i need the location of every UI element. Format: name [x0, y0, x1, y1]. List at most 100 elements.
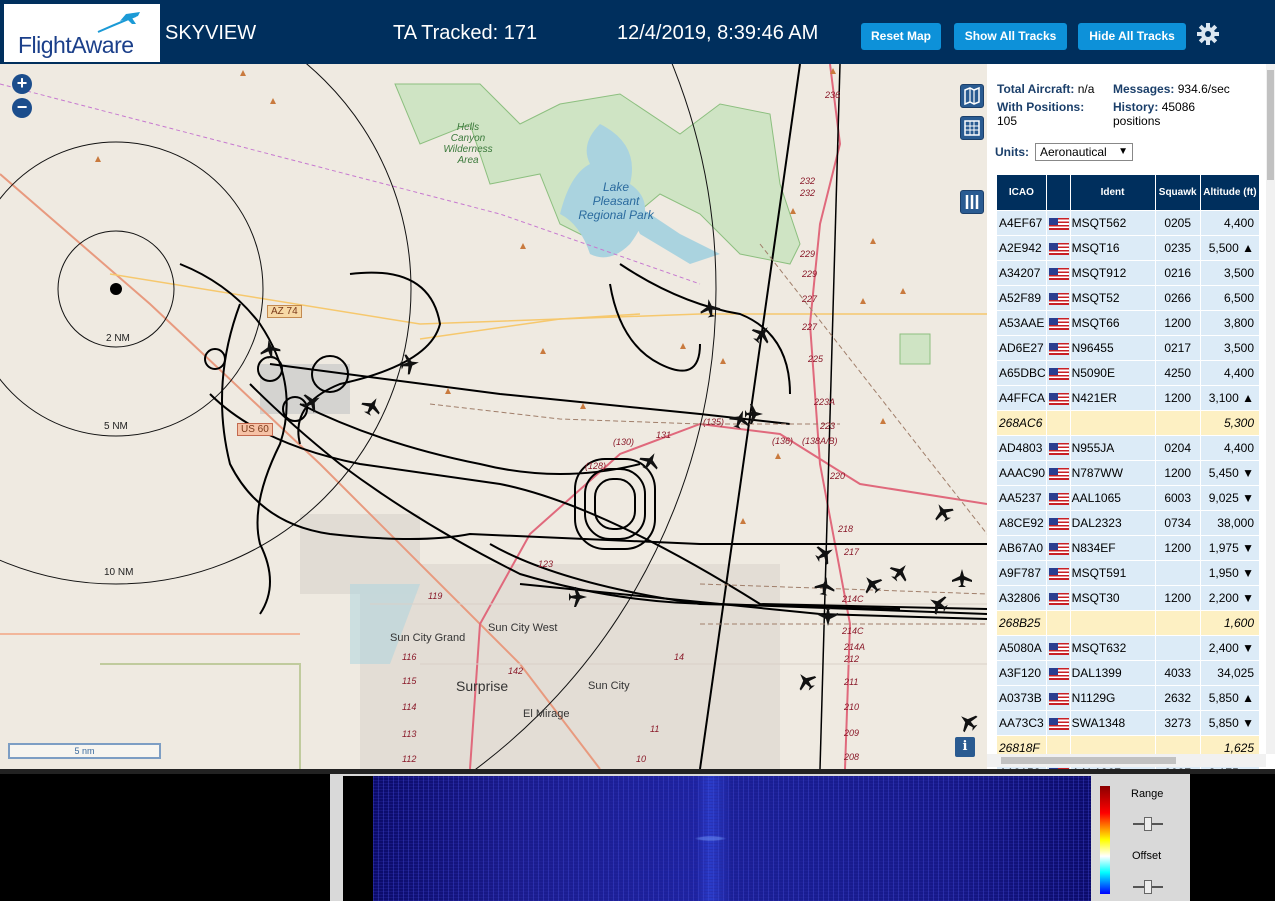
aircraft-row[interactable]: AB67A0 N834EF 1200 1,975 ▼: [996, 535, 1261, 561]
ident-cell: MSQT912: [1069, 260, 1156, 286]
route-label: 214A: [844, 642, 866, 652]
altitude-cell: 38,000: [1199, 510, 1261, 536]
flag-cell: [1045, 710, 1071, 736]
range-slider[interactable]: [1133, 817, 1163, 831]
icao-cell: AD4803: [996, 435, 1047, 461]
squawk-cell: 4250: [1154, 360, 1201, 386]
icao-cell: A53AAE: [996, 310, 1047, 336]
ident-cell: SWA1348: [1069, 710, 1156, 736]
show-all-tracks-button[interactable]: Show All Tracks: [954, 23, 1067, 50]
us-flag-icon: [1048, 567, 1069, 580]
map-icon: [964, 86, 980, 106]
settings-gear-icon[interactable]: [1196, 22, 1220, 46]
route-label: 214C: [842, 594, 864, 604]
altitude-cell: 3,500: [1199, 260, 1261, 286]
aircraft-row[interactable]: A2E942 MSQT16 0235 5,500 ▲: [996, 235, 1261, 261]
aircraft-row[interactable]: AAAC90 N787WW 1200 5,450 ▼: [996, 460, 1261, 486]
ident-cell: MSQT52: [1069, 285, 1156, 311]
flight-map[interactable]: Hells Canyon Wilderness Area Lake Pleasa…: [0, 64, 987, 769]
aircraft-row[interactable]: A4EF67 MSQT562 0205 4,400: [996, 210, 1261, 236]
altitude-cell: 5,850 ▲: [1199, 685, 1261, 711]
map-canvas[interactable]: [0, 64, 987, 769]
ring-label-10nm: 10 NM: [104, 567, 134, 578]
flag-cell: [1045, 460, 1071, 486]
zoom-in-button[interactable]: +: [12, 74, 32, 94]
positions-label: With Positions:: [997, 100, 1085, 114]
aircraft-row[interactable]: 268B25 1,600: [996, 610, 1261, 636]
columns-toggle-button[interactable]: [960, 190, 984, 214]
right-blank-area: [1190, 774, 1275, 901]
route-label: 116: [402, 652, 417, 662]
altitude-cell: 2,400 ▼: [1199, 635, 1261, 661]
col-header-icao[interactable]: ICAO: [996, 174, 1047, 211]
units-select[interactable]: Aeronautical ▼: [1035, 143, 1133, 161]
col-header-altitude[interactable]: Altitude (ft): [1199, 174, 1261, 211]
route-label: 10: [636, 754, 647, 764]
messages-label: Messages:: [1113, 82, 1175, 96]
squawk-cell: 1200: [1154, 385, 1201, 411]
place-sun-city: Sun City: [588, 680, 630, 692]
aircraft-row[interactable]: A9F787 MSQT591 1,950 ▼: [996, 560, 1261, 586]
icao-cell: A0373B: [996, 685, 1047, 711]
datetime-display: 12/4/2019, 8:39:46 AM: [617, 22, 819, 44]
aircraft-row[interactable]: A3F120 DAL1399 4033 34,025: [996, 660, 1261, 686]
grid-toggle-button[interactable]: [960, 116, 984, 140]
ident-cell: MSQT562: [1069, 210, 1156, 236]
route-label: 112: [402, 754, 417, 764]
aircraft-row[interactable]: A65DBC N5090E 4250 4,400: [996, 360, 1261, 386]
col-header-squawk[interactable]: Squawk: [1154, 174, 1201, 211]
reset-map-button[interactable]: Reset Map: [861, 23, 941, 50]
aircraft-row[interactable]: A5080A MSQT632 2,400 ▼: [996, 635, 1261, 661]
col-header-flag[interactable]: [1045, 174, 1071, 211]
flightaware-logo[interactable]: FlightAware: [4, 4, 160, 62]
route-label: 114: [402, 702, 417, 712]
route-label: 227: [802, 322, 818, 332]
icao-cell: A34207: [996, 260, 1047, 286]
aircraft-row[interactable]: AD4803 N955JA 0204 4,400: [996, 435, 1261, 461]
route-label: 11: [650, 724, 660, 734]
hide-all-tracks-button[interactable]: Hide All Tracks: [1078, 23, 1186, 50]
squawk-cell: [1154, 410, 1201, 436]
sidebar-vertical-scrollbar[interactable]: [1266, 64, 1275, 754]
aircraft-row[interactable]: A4FFCA N421ER 1200 3,100 ▲: [996, 385, 1261, 411]
route-label: (135): [703, 417, 725, 427]
flag-cell: [1045, 485, 1071, 511]
route-label: 229: [800, 249, 816, 259]
aircraft-row[interactable]: A32806 MSQT30 1200 2,200 ▼: [996, 585, 1261, 611]
sidebar-horizontal-scrollbar[interactable]: [987, 754, 1266, 767]
info-button[interactable]: i: [955, 737, 975, 757]
aircraft-row[interactable]: A52F89 MSQT52 0266 6,500: [996, 285, 1261, 311]
aircraft-row[interactable]: AD6E27 N96455 0217 3,500: [996, 335, 1261, 361]
offset-slider[interactable]: [1133, 880, 1163, 894]
units-label: Units:: [995, 145, 1029, 159]
aircraft-row[interactable]: A34207 MSQT912 0216 3,500: [996, 260, 1261, 286]
icao-cell: A8CE92: [996, 510, 1047, 536]
aircraft-row[interactable]: 268AC6 5,300: [996, 410, 1261, 436]
route-label: 218: [838, 524, 854, 534]
squawk-cell: 4033: [1154, 660, 1201, 686]
aircraft-row[interactable]: AA73C3 SWA1348 3273 5,850 ▼: [996, 710, 1261, 736]
route-label: 113: [402, 729, 417, 739]
aircraft-row[interactable]: AA5237 AAL1065 6003 9,025 ▼: [996, 485, 1261, 511]
flag-cell: [1045, 685, 1071, 711]
ident-cell: N834EF: [1069, 535, 1156, 561]
range-label: Range: [1131, 788, 1164, 800]
aircraft-row[interactable]: A0373B N1129G 2632 5,850 ▲: [996, 685, 1261, 711]
map-layers-button[interactable]: [960, 84, 984, 108]
ring-label-5nm: 5 NM: [104, 421, 128, 432]
flag-cell: [1045, 235, 1071, 261]
aircraft-sidebar: Total Aircraft: n/a Messages: 934.6/sec …: [987, 64, 1275, 769]
flag-cell: [1045, 510, 1071, 536]
col-header-ident[interactable]: Ident: [1069, 174, 1156, 211]
altitude-cell: 3,500: [1199, 335, 1261, 361]
route-label: 232: [800, 188, 816, 198]
icao-cell: A5080A: [996, 635, 1047, 661]
altitude-cell: 4,400: [1199, 360, 1261, 386]
squawk-cell: 1200: [1154, 585, 1201, 611]
zoom-out-button[interactable]: −: [12, 98, 32, 118]
route-label: (130): [613, 437, 635, 447]
aircraft-row[interactable]: A8CE92 DAL2323 0734 38,000: [996, 510, 1261, 536]
aircraft-row[interactable]: A53AAE MSQT66 1200 3,800: [996, 310, 1261, 336]
waterfall-display: [373, 776, 1091, 901]
aircraft-table: ICAO Ident Squawk Altitude (ft) A4EF67 MS…: [996, 174, 1261, 769]
